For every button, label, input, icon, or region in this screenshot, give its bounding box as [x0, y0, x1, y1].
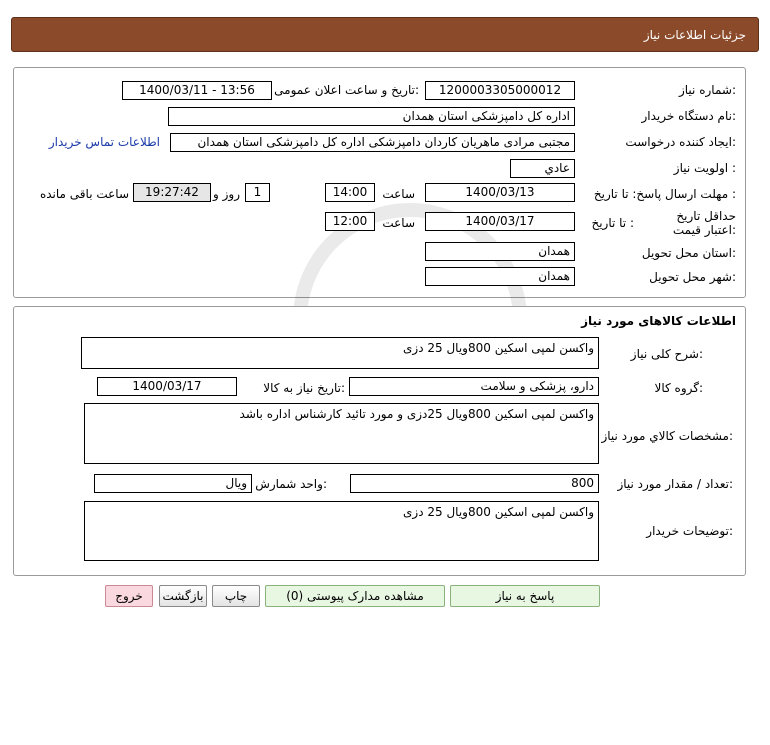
back-button[interactable]: بازگشت [159, 585, 207, 607]
city-field: همدان [425, 267, 575, 286]
announce-datetime-field: 1400/03/11 - 13:56 [122, 81, 272, 100]
goods-group-label: گروه کالا: [654, 381, 704, 395]
province-label: استان محل تحویل: [641, 246, 736, 260]
buyer-notes-field: واکسن لمپی اسکین 800ویال 25 دزی [84, 501, 599, 561]
days-label: روز و [213, 187, 240, 201]
need-number-field: 1200003305000012 [425, 81, 575, 100]
need-number-label: شماره نیاز: [678, 83, 736, 97]
deadline-date-field: 1400/03/13 [425, 183, 575, 202]
city-label: شهر محل تحویل: [649, 270, 736, 284]
general-desc-label: شرح کلی نیاز: [630, 347, 703, 361]
spec-label: مشخصات کالاي مورد نياز: [601, 429, 733, 443]
goods-section-title: اطلاعات کالاهای مورد نیاز [581, 314, 736, 328]
province-field: همدان [425, 242, 575, 261]
reply-button[interactable]: پاسخ به نیاز [450, 585, 600, 607]
buyer-org-label: نام دستگاه خریدار: [641, 109, 737, 123]
remaining-days-field: 1 [245, 183, 270, 202]
validity-time-label: ساعت [382, 216, 415, 230]
validity-date-field: 1400/03/17 [425, 212, 575, 231]
unit-field: ویال [94, 474, 252, 493]
view-attachments-button[interactable]: مشاهده مدارک پیوستی (0) [265, 585, 445, 607]
requester-label: ایجاد کننده درخواست: [625, 135, 736, 149]
deadline-time-label: ساعت [382, 187, 415, 201]
requester-field: مجتبی مرادی ماهریان کاردان دامپزشکی ادار… [170, 133, 575, 152]
remaining-label: ساعت باقی مانده [39, 187, 129, 201]
general-desc-field: واکسن لمپی اسکین 800ویال 25 دزی [81, 337, 599, 369]
validity-to-label: تا تاریخ : [591, 216, 634, 230]
need-date-label: تاریخ نیاز به کالا: [263, 381, 345, 395]
spec-field: واکسن لمپی اسکین 800ویال 25دزی و مورد تا… [84, 403, 599, 464]
page-title: جزئیات اطلاعات نیاز [643, 28, 746, 42]
buyer-org-field: اداره کل دامپزشکی استان همدان [168, 107, 575, 126]
need-date-field: 1400/03/17 [97, 377, 237, 396]
buyer-contact-link[interactable]: اطلاعات تماس خریدار [49, 135, 160, 149]
priority-field: عادي [510, 159, 575, 178]
announce-datetime-label: تاریخ و ساعت اعلان عمومی: [274, 83, 419, 97]
deadline-time-field: 14:00 [325, 183, 375, 202]
deadline-label: مهلت ارسال پاسخ: تا تاریخ : [593, 187, 736, 201]
unit-label: واحد شمارش: [255, 477, 327, 491]
print-button[interactable]: چاپ [212, 585, 260, 607]
qty-field: 800 [350, 474, 599, 493]
validity-time-field: 12:00 [325, 212, 375, 231]
need-info-panel [13, 67, 746, 298]
remaining-time-field: 19:27:42 [133, 183, 211, 202]
exit-button[interactable]: خروج [105, 585, 153, 607]
buyer-notes-label: توضیحات خریدار: [646, 524, 733, 538]
goods-group-field: دارو، پزشکی و سلامت [349, 377, 599, 396]
qty-label: تعداد / مقدار مورد نیاز: [617, 477, 733, 491]
page-header: جزئیات اطلاعات نیاز [11, 17, 759, 52]
validity-label: حداقل تاریخ اعتبار قیمت: [672, 209, 736, 237]
priority-label: اولویت نیاز : [673, 161, 736, 175]
